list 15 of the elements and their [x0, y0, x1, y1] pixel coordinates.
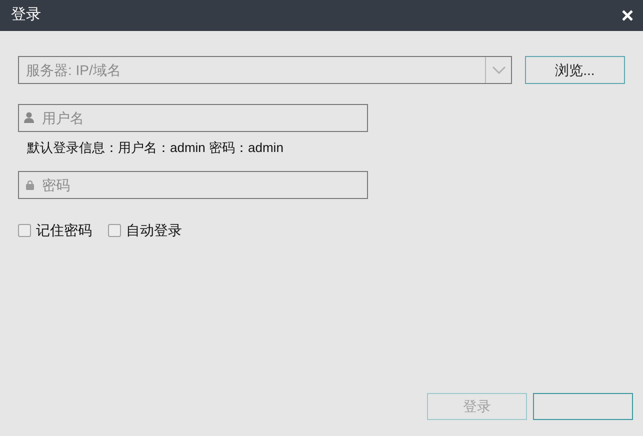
- username-field[interactable]: 用户名: [18, 104, 368, 132]
- checkbox-label[interactable]: 自动登录: [126, 220, 182, 240]
- lock-icon: [26, 180, 34, 190]
- close-icon[interactable]: [622, 10, 633, 21]
- checkbox-label[interactable]: 记住密码: [36, 220, 92, 240]
- chevron-down-icon: [492, 66, 506, 74]
- default-login-hint: 默认登录信息：用户名：admin 密码：admin: [27, 139, 284, 157]
- window-title: 登录: [11, 5, 41, 26]
- password-field[interactable]: 密码: [18, 170, 368, 198]
- checkbox[interactable]: [18, 224, 31, 236]
- user-icon: [24, 112, 34, 123]
- dialog-button[interactable]: [533, 392, 633, 420]
- browse-button[interactable]: 浏览...: [525, 56, 625, 84]
- server-combo-box[interactable]: 服务器: IP/域名: [18, 56, 512, 84]
- checkbox[interactable]: [108, 224, 121, 236]
